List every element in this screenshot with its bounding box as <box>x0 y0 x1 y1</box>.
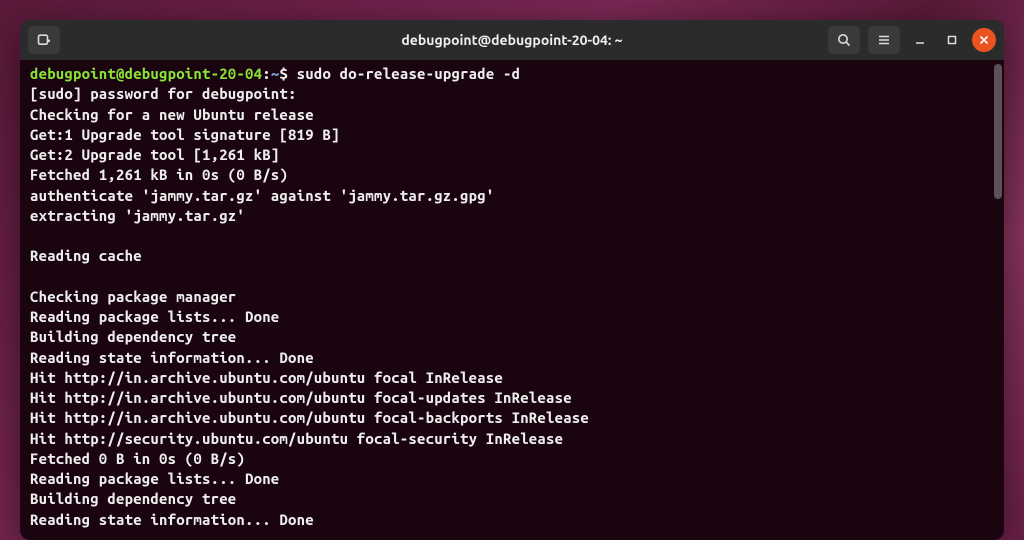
minimize-icon <box>914 34 926 46</box>
output-line: Fetched 1,261 kB in 0s (0 B/s) <box>30 165 994 185</box>
output-line: Reading package lists... Done <box>30 469 994 489</box>
maximize-button[interactable] <box>940 28 964 52</box>
prompt-symbol: $ <box>279 65 288 82</box>
close-icon <box>979 35 989 45</box>
output-line: Checking package manager <box>30 287 994 307</box>
maximize-icon <box>946 34 958 46</box>
output-line: Reading state information... Done <box>30 510 994 530</box>
output-line <box>30 226 994 246</box>
command-text: sudo do-release-upgrade -d <box>297 65 521 82</box>
output-line <box>30 530 994 540</box>
output-line: Reading package lists... Done <box>30 307 994 327</box>
prompt-separator: : <box>262 65 271 82</box>
search-button[interactable] <box>828 26 860 54</box>
output-line: Fetched 0 B in 0s (0 B/s) <box>30 449 994 469</box>
search-icon <box>836 32 852 48</box>
output-line: Hit http://in.archive.ubuntu.com/ubuntu … <box>30 388 994 408</box>
output-line: Hit http://in.archive.ubuntu.com/ubuntu … <box>30 368 994 388</box>
output-line: Building dependency tree <box>30 489 994 509</box>
new-tab-icon <box>36 32 52 48</box>
terminal-window: debugpoint@debugpoint-20-04: ~ <box>20 20 1004 540</box>
output-line: Reading state information... Done <box>30 348 994 368</box>
close-button[interactable] <box>972 28 996 52</box>
minimize-button[interactable] <box>908 28 932 52</box>
output-line: Checking for a new Ubuntu release <box>30 105 994 125</box>
scrollbar-thumb[interactable] <box>994 64 1002 199</box>
output-line: authenticate 'jammy.tar.gz' against 'jam… <box>30 186 994 206</box>
prompt-line: debugpoint@debugpoint-20-04:~$ sudo do-r… <box>30 64 994 84</box>
titlebar-left-controls <box>28 26 60 54</box>
output-line: Hit http://security.ubuntu.com/ubuntu fo… <box>30 429 994 449</box>
hamburger-icon <box>876 32 892 48</box>
output-line: Building dependency tree <box>30 327 994 347</box>
output-line: [sudo] password for debugpoint: <box>30 84 994 104</box>
new-tab-button[interactable] <box>28 26 60 54</box>
titlebar-right-controls <box>828 26 996 54</box>
output-line: extracting 'jammy.tar.gz' <box>30 206 994 226</box>
output-line: Get:1 Upgrade tool signature [819 B] <box>30 125 994 145</box>
output-line <box>30 267 994 287</box>
output-line: Reading cache <box>30 246 994 266</box>
titlebar: debugpoint@debugpoint-20-04: ~ <box>20 20 1004 60</box>
prompt-user-host: debugpoint@debugpoint-20-04 <box>30 65 262 82</box>
window-title: debugpoint@debugpoint-20-04: ~ <box>401 32 622 48</box>
output-lines: [sudo] password for debugpoint:Checking … <box>30 84 994 540</box>
terminal-content[interactable]: debugpoint@debugpoint-20-04:~$ sudo do-r… <box>20 60 1004 540</box>
menu-button[interactable] <box>868 26 900 54</box>
output-line: Get:2 Upgrade tool [1,261 kB] <box>30 145 994 165</box>
output-line: Hit http://in.archive.ubuntu.com/ubuntu … <box>30 408 994 428</box>
